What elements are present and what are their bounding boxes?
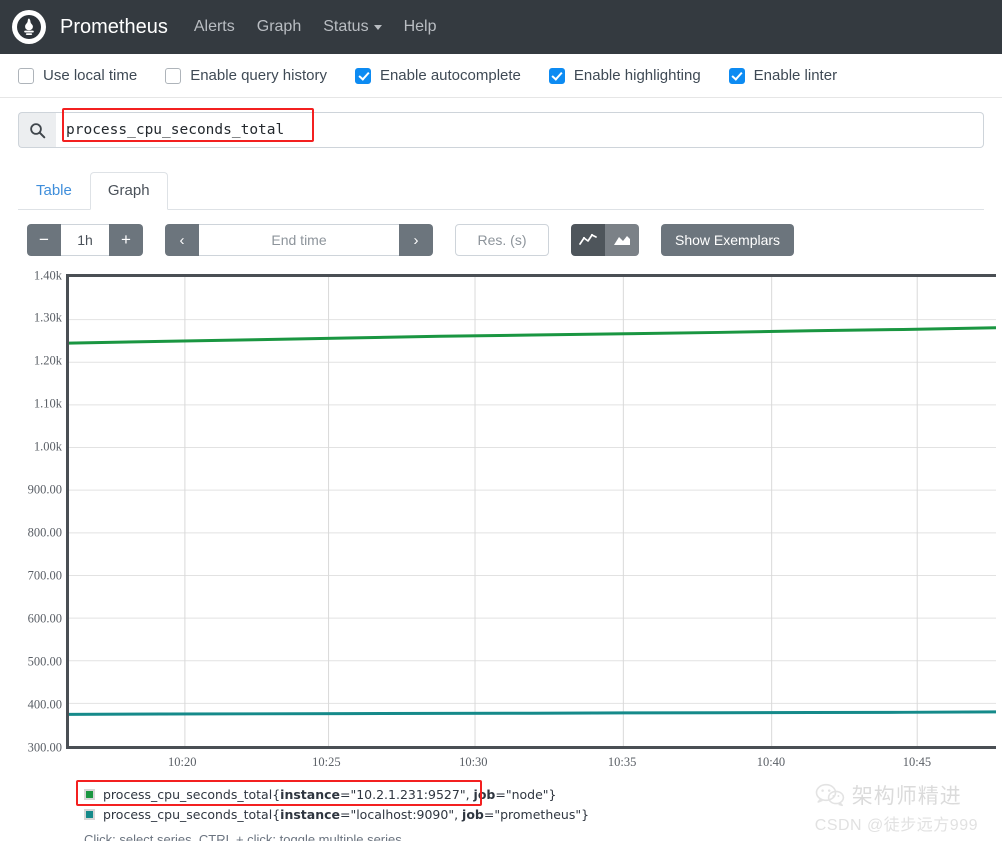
y-axis-tick-label: 500.00 xyxy=(27,654,62,669)
checkbox-enable-highlighting[interactable] xyxy=(548,67,565,84)
prometheus-logo-icon[interactable] xyxy=(12,10,46,44)
y-axis-tick-label: 1.00k xyxy=(33,439,62,454)
line-chart-icon[interactable] xyxy=(571,224,605,256)
nav-link-alerts[interactable]: Alerts xyxy=(194,18,235,36)
checkbox-enable-autocomplete[interactable] xyxy=(354,67,371,84)
x-axis-tick-label: 10:25 xyxy=(312,755,341,769)
legend-color-swatch xyxy=(84,808,95,820)
checkbox-enable-query-history[interactable] xyxy=(165,67,182,84)
checkbox-enable-linter[interactable] xyxy=(728,67,745,84)
legend-color-swatch xyxy=(84,788,95,800)
x-axis-ticks: 10:20 10:25 10:30 10:35 10:40 10:45 xyxy=(66,755,996,775)
x-axis-tick-label: 10:35 xyxy=(607,755,637,769)
query-bar: process_cpu_seconds_total xyxy=(18,108,984,148)
y-axis-tick-label: 1.40k xyxy=(33,268,62,282)
area-chart-icon[interactable] xyxy=(605,224,639,256)
x-axis-tick-label: 10:40 xyxy=(756,755,786,769)
next-time-button[interactable]: › xyxy=(399,224,433,256)
y-axis-tick-label: 1.10k xyxy=(33,396,62,411)
y-axis-tick-label: 1.20k xyxy=(33,353,62,368)
increase-range-button[interactable]: + xyxy=(109,224,143,256)
option-label: Enable autocomplete xyxy=(379,67,521,84)
graph-panel: 300.00 400.00 500.00 600.00 700.00 800.00 900.… xyxy=(0,266,1002,769)
tab-graph[interactable]: Graph xyxy=(89,172,168,210)
legend: process_cpu_seconds_total{instance="10.2… xyxy=(76,780,944,824)
option-enable-autocomplete[interactable]: Enable autocomplete xyxy=(354,67,521,84)
y-axis-tick-label: 600.00 xyxy=(27,611,62,626)
show-exemplars-button[interactable]: Show Exemplars xyxy=(661,224,795,256)
tab-table[interactable]: Table xyxy=(18,172,90,210)
chevron-down-icon xyxy=(373,24,382,30)
gridlines-group xyxy=(69,277,996,746)
legend-item-label: process_cpu_seconds_total{instance="10.2… xyxy=(103,786,557,802)
brand-title[interactable]: Prometheus xyxy=(60,16,168,39)
option-enable-query-history[interactable]: Enable query history xyxy=(165,67,327,84)
y-axis-ticks: 300.00 400.00 500.00 600.00 700.00 800.00 900.… xyxy=(0,268,62,754)
nav-link-status[interactable]: Status xyxy=(323,18,382,36)
option-label: Use local time xyxy=(43,67,138,84)
y-axis-tick-label: 300.00 xyxy=(27,740,62,754)
option-use-local-time[interactable]: Use local time xyxy=(18,67,137,84)
checkbox-use-local-time[interactable] xyxy=(18,67,34,84)
search-input-value: process_cpu_seconds_total xyxy=(66,122,285,138)
navbar: Prometheus Alerts Graph Status Help xyxy=(0,0,1002,54)
graph-toolbar: − 1h + ‹ End time › Res. (s) Show Exempl… xyxy=(0,210,1002,266)
y-axis-tick-label: 400.00 xyxy=(27,697,62,712)
series-line-prometheus xyxy=(69,710,996,716)
range-input[interactable]: 1h xyxy=(61,224,109,256)
time-navigation: ‹ End time › xyxy=(165,224,433,256)
y-axis-tick-label: 1.30k xyxy=(33,310,62,325)
x-axis-tick-label: 10:20 xyxy=(168,755,197,769)
decrease-range-button[interactable]: − xyxy=(27,224,61,256)
option-label: Enable query history xyxy=(190,67,327,84)
option-enable-highlighting[interactable]: Enable highlighting xyxy=(548,67,701,84)
legend-item[interactable]: process_cpu_seconds_total{instance="10.2… xyxy=(84,784,944,804)
option-enable-linter[interactable]: Enable linter xyxy=(728,67,838,84)
plot-area[interactable] xyxy=(66,274,996,749)
search-icon[interactable] xyxy=(18,112,56,148)
option-label: Enable highlighting xyxy=(573,67,701,84)
series-lines xyxy=(69,277,996,746)
range-stepper: − 1h + xyxy=(27,224,143,256)
nav-link-graph[interactable]: Graph xyxy=(257,18,301,36)
y-axis-tick-label: 800.00 xyxy=(27,525,62,540)
query-options-row: Use local time Enable query history Enab… xyxy=(0,54,1002,98)
nav-link-status-label: Status xyxy=(323,18,369,35)
x-axis-tick-label: 10:30 xyxy=(459,755,488,769)
resolution-input[interactable]: Res. (s) xyxy=(455,224,549,256)
chart-type-toggle xyxy=(571,224,639,256)
result-tabs: Table Graph xyxy=(18,170,984,210)
previous-time-button[interactable]: ‹ xyxy=(165,224,199,256)
option-label: Enable linter xyxy=(753,67,838,84)
legend-item[interactable]: process_cpu_seconds_total{instance="loca… xyxy=(84,804,944,824)
x-axis-tick-label: 10:45 xyxy=(902,755,932,769)
search-input[interactable]: process_cpu_seconds_total xyxy=(56,112,984,148)
series-line-node xyxy=(69,326,996,345)
legend-item-label: process_cpu_seconds_total{instance="loca… xyxy=(103,806,590,822)
y-axis-tick-label: 900.00 xyxy=(27,482,62,497)
nav-link-help[interactable]: Help xyxy=(404,18,437,36)
end-time-input[interactable]: End time xyxy=(199,224,399,256)
legend-hint: Click: select series, CTRL + click: togg… xyxy=(84,832,402,841)
y-axis-tick-label: 700.00 xyxy=(27,568,62,583)
